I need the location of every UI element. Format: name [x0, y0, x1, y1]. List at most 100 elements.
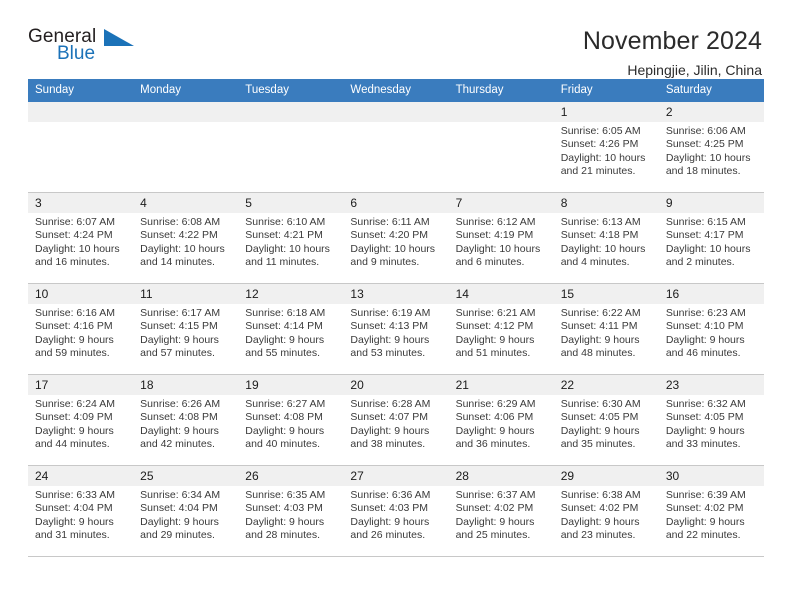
- weekday-header-saturday: Saturday: [658, 79, 764, 102]
- calendar-day-cell[interactable]: 13 Sunrise: 6:19 AM Sunset: 4:13 PM Dayligh…: [343, 283, 449, 375]
- sunrise-text: Sunrise: 6:11 AM: [350, 216, 430, 228]
- page-header: General Blue November 2024 Hepingjie, Ji…: [28, 0, 764, 78]
- calendar-day-cell[interactable]: 23 Sunrise: 6:32 AM Sunset: 4:05 PM Dayligh…: [658, 374, 764, 466]
- sunset-text: Sunset: 4:10 PM: [665, 320, 744, 333]
- sunrise-text: Sunrise: 6:07 AM: [35, 216, 115, 228]
- daylight-text: and 35 minutes.: [560, 438, 636, 451]
- calendar-day-cell[interactable]: 22 Sunrise: 6:30 AM Sunset: 4:05 PM Dayligh…: [553, 374, 659, 466]
- sunrise-text: Sunrise: 6:05 AM: [560, 125, 641, 137]
- calendar-day-cell[interactable]: 2 Sunrise: 6:06 AM Sunset: 4:25 PM Daylight…: [658, 101, 764, 193]
- daylight-text: Daylight: 9 hours: [140, 424, 219, 437]
- day-details: Sunrise: 6:35 AM Sunset: 4:03 PM Daylight:…: [238, 486, 343, 543]
- day-number: 11: [133, 284, 239, 304]
- sunrise-text: Sunrise: 6:10 AM: [245, 216, 326, 228]
- calendar-day-cell[interactable]: 16 Sunrise: 6:23 AM Sunset: 4:10 PM Dayligh…: [658, 283, 764, 375]
- daylight-text: Daylight: 9 hours: [350, 333, 430, 346]
- daylight-text: Daylight: 9 hours: [140, 515, 219, 528]
- calendar-day-cell[interactable]: 18 Sunrise: 6:26 AM Sunset: 4:08 PM Dayligh…: [133, 374, 239, 466]
- calendar-day-cell[interactable]: 15 Sunrise: 6:22 AM Sunset: 4:11 PM Dayligh…: [553, 283, 659, 375]
- daylight-text: and 33 minutes.: [665, 438, 741, 451]
- calendar-day-cell[interactable]: 14 Sunrise: 6:21 AM Sunset: 4:12 PM Dayligh…: [448, 283, 554, 375]
- calendar-day-cell[interactable]: 27 Sunrise: 6:36 AM Sunset: 4:03 PM Dayligh…: [343, 465, 449, 557]
- calendar-day-cell[interactable]: 28 Sunrise: 6:37 AM Sunset: 4:02 PM Dayligh…: [448, 465, 554, 557]
- day-details: Sunrise: 6:37 AM Sunset: 4:02 PM Daylight:…: [449, 486, 554, 543]
- day-number: 23: [658, 375, 764, 395]
- calendar-day-cell[interactable]: 7 Sunrise: 6:12 AM Sunset: 4:19 PM Daylight…: [448, 192, 554, 284]
- day-number: 14: [448, 284, 554, 304]
- daylight-text: and 22 minutes.: [665, 529, 741, 542]
- sunrise-text: Sunrise: 6:16 AM: [35, 307, 115, 319]
- calendar-day-cell[interactable]: 11 Sunrise: 6:17 AM Sunset: 4:15 PM Dayligh…: [133, 283, 239, 375]
- day-number: [448, 102, 554, 122]
- sunset-text: Sunset: 4:08 PM: [245, 411, 323, 424]
- calendar-table: Sunday Monday Tuesday Wednesday Thursday Frid…: [28, 79, 764, 557]
- day-number: 21: [448, 375, 554, 395]
- calendar-week-row: 3 Sunrise: 6:07 AM Sunset: 4:24 PM Daylight…: [28, 192, 764, 284]
- day-details: Sunrise: 6:34 AM Sunset: 4:04 PM Daylight:…: [133, 486, 238, 543]
- daylight-text: Daylight: 9 hours: [35, 333, 114, 346]
- sunrise-text: Sunrise: 6:35 AM: [245, 489, 326, 501]
- day-details: Sunrise: 6:30 AM Sunset: 4:05 PM Daylight:…: [554, 395, 659, 452]
- sunrise-text: Sunrise: 6:38 AM: [560, 489, 641, 501]
- daylight-text: Daylight: 9 hours: [350, 424, 430, 437]
- sunrise-text: Sunrise: 6:06 AM: [665, 125, 746, 137]
- calendar-day-cell[interactable]: 3 Sunrise: 6:07 AM Sunset: 4:24 PM Daylight…: [28, 192, 134, 284]
- daylight-text: and 48 minutes.: [560, 347, 636, 360]
- calendar-day-cell[interactable]: 30 Sunrise: 6:39 AM Sunset: 4:02 PM Dayligh…: [658, 465, 764, 557]
- day-number: 24: [28, 466, 134, 486]
- weekday-header-wednesday: Wednesday: [343, 79, 449, 102]
- daylight-text: and 26 minutes.: [350, 529, 426, 542]
- day-number: 20: [343, 375, 449, 395]
- calendar-page: General Blue November 2024 Hepingjie, Ji…: [0, 0, 792, 612]
- sunset-text: Sunset: 4:11 PM: [560, 320, 638, 333]
- calendar-day-cell[interactable]: 5 Sunrise: 6:10 AM Sunset: 4:21 PM Daylight…: [238, 192, 344, 284]
- calendar-day-cell[interactable]: 19 Sunrise: 6:27 AM Sunset: 4:08 PM Dayligh…: [238, 374, 344, 466]
- day-details: Sunrise: 6:18 AM Sunset: 4:14 PM Daylight:…: [238, 304, 343, 361]
- day-details: Sunrise: 6:27 AM Sunset: 4:08 PM Daylight:…: [238, 395, 343, 452]
- calendar-day-cell[interactable]: 26 Sunrise: 6:35 AM Sunset: 4:03 PM Dayligh…: [238, 465, 344, 557]
- calendar-day-cell[interactable]: 8 Sunrise: 6:13 AM Sunset: 4:18 PM Daylight…: [553, 192, 659, 284]
- sunset-text: Sunset: 4:20 PM: [350, 229, 429, 242]
- daylight-text: Daylight: 10 hours: [560, 151, 646, 164]
- calendar-day-cell[interactable]: 1 Sunrise: 6:05 AM Sunset: 4:26 PM Daylight…: [553, 101, 659, 193]
- sunset-text: Sunset: 4:21 PM: [245, 229, 323, 242]
- calendar-day-cell[interactable]: 12 Sunrise: 6:18 AM Sunset: 4:14 PM Dayligh…: [238, 283, 344, 375]
- day-details: Sunrise: 6:33 AM Sunset: 4:04 PM Daylight:…: [28, 486, 133, 543]
- daylight-text: Daylight: 9 hours: [560, 333, 640, 346]
- day-details: Sunrise: 6:23 AM Sunset: 4:10 PM Daylight:…: [659, 304, 764, 361]
- daylight-text: and 59 minutes.: [35, 347, 110, 360]
- day-details: Sunrise: 6:06 AM Sunset: 4:25 PM Daylight:…: [659, 122, 764, 179]
- calendar-day-cell[interactable]: 10 Sunrise: 6:16 AM Sunset: 4:16 PM Dayligh…: [28, 283, 134, 375]
- weekday-header-tuesday: Tuesday: [238, 79, 344, 102]
- sunrise-text: Sunrise: 6:34 AM: [140, 489, 221, 501]
- weekday-header-thursday: Thursday: [448, 79, 554, 102]
- calendar-day-cell[interactable]: 25 Sunrise: 6:34 AM Sunset: 4:04 PM Dayligh…: [133, 465, 239, 557]
- daylight-text: and 23 minutes.: [560, 529, 636, 542]
- sunrise-text: Sunrise: 6:28 AM: [350, 398, 431, 410]
- daylight-text: Daylight: 9 hours: [35, 424, 114, 437]
- calendar-day-cell[interactable]: 4 Sunrise: 6:08 AM Sunset: 4:22 PM Daylight…: [133, 192, 239, 284]
- calendar-day-cell[interactable]: 24 Sunrise: 6:33 AM Sunset: 4:04 PM Dayligh…: [28, 465, 134, 557]
- general-blue-logo[interactable]: General Blue: [28, 26, 148, 74]
- page-subtitle: Hepingjie, Jilin, China: [627, 62, 762, 78]
- calendar-day-cell[interactable]: 29 Sunrise: 6:38 AM Sunset: 4:02 PM Dayligh…: [553, 465, 659, 557]
- sunset-text: Sunset: 4:05 PM: [665, 411, 744, 424]
- calendar-day-cell[interactable]: 9 Sunrise: 6:15 AM Sunset: 4:17 PM Daylight…: [658, 192, 764, 284]
- calendar-day-cell[interactable]: 17 Sunrise: 6:24 AM Sunset: 4:09 PM Dayligh…: [28, 374, 134, 466]
- calendar-day-cell[interactable]: 6 Sunrise: 6:11 AM Sunset: 4:20 PM Daylight…: [343, 192, 449, 284]
- daylight-text: Daylight: 9 hours: [35, 515, 114, 528]
- sunset-text: Sunset: 4:15 PM: [140, 320, 218, 333]
- day-details: Sunrise: 6:12 AM Sunset: 4:19 PM Daylight:…: [449, 213, 554, 270]
- daylight-text: and 51 minutes.: [455, 347, 531, 360]
- calendar-day-cell[interactable]: 21 Sunrise: 6:29 AM Sunset: 4:06 PM Dayligh…: [448, 374, 554, 466]
- daylight-text: and 53 minutes.: [350, 347, 426, 360]
- sunset-text: Sunset: 4:26 PM: [560, 138, 639, 151]
- day-details: Sunrise: 6:08 AM Sunset: 4:22 PM Daylight:…: [133, 213, 238, 270]
- sunset-text: Sunset: 4:18 PM: [560, 229, 639, 242]
- day-number: 25: [133, 466, 239, 486]
- day-details: Sunrise: 6:13 AM Sunset: 4:18 PM Daylight:…: [554, 213, 659, 270]
- day-details: Sunrise: 6:22 AM Sunset: 4:11 PM Daylight:…: [554, 304, 659, 361]
- daylight-text: Daylight: 9 hours: [665, 515, 745, 528]
- calendar-day-cell[interactable]: 20 Sunrise: 6:28 AM Sunset: 4:07 PM Dayligh…: [343, 374, 449, 466]
- daylight-text: Daylight: 9 hours: [245, 424, 325, 437]
